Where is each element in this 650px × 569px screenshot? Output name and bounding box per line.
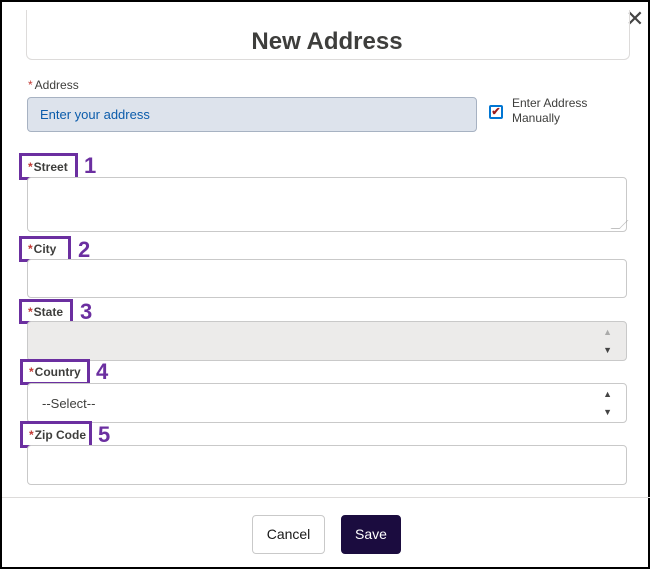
spinner-down-icon: ▼ <box>603 407 612 417</box>
country-select[interactable]: --Select-- ▲ ▼ <box>27 383 627 423</box>
zip-code-label-text: Zip Code <box>34 427 86 442</box>
street-label-text: Street <box>33 159 68 174</box>
address-search-input[interactable]: Enter your address <box>27 97 477 132</box>
address-label: * Address <box>28 78 79 92</box>
footer-divider <box>2 497 650 498</box>
street-textarea[interactable] <box>27 177 629 232</box>
zip-code-label: * Zip Code <box>20 421 92 448</box>
country-selected-value: --Select-- <box>42 396 96 411</box>
required-mark: * <box>28 159 33 174</box>
country-step-number: 4 <box>96 359 109 384</box>
state-select: ▲ ▼ <box>27 321 627 361</box>
required-mark: * <box>28 242 33 256</box>
required-mark: * <box>28 78 33 92</box>
resize-handle-icon[interactable] <box>610 220 629 229</box>
save-button[interactable]: Save <box>341 515 401 554</box>
required-mark: * <box>29 365 34 379</box>
country-label: * Country <box>20 359 90 385</box>
street-label: * Street <box>19 153 78 180</box>
cancel-button[interactable]: Cancel <box>252 515 325 554</box>
country-label-text: Country <box>34 365 81 379</box>
spinner-down-icon: ▼ <box>603 345 612 355</box>
enter-manually-label: Enter Address Manually <box>512 96 588 125</box>
city-input[interactable] <box>27 259 627 298</box>
state-label-text: State <box>33 304 64 319</box>
city-label-text: City <box>33 242 57 256</box>
required-mark: * <box>29 427 34 442</box>
spinner-up-icon: ▲ <box>603 389 612 399</box>
zip-code-input[interactable] <box>27 445 627 485</box>
required-mark: * <box>28 304 33 319</box>
spinner-up-icon: ▲ <box>603 327 612 337</box>
address-label-text: Address <box>34 78 79 92</box>
new-address-modal: ✕ New Address * Address Enter your addres… <box>0 0 650 569</box>
street-step-number: 1 <box>84 153 97 178</box>
enter-manually-checkbox[interactable]: ✔ <box>489 105 503 119</box>
modal-title: New Address <box>251 28 403 55</box>
